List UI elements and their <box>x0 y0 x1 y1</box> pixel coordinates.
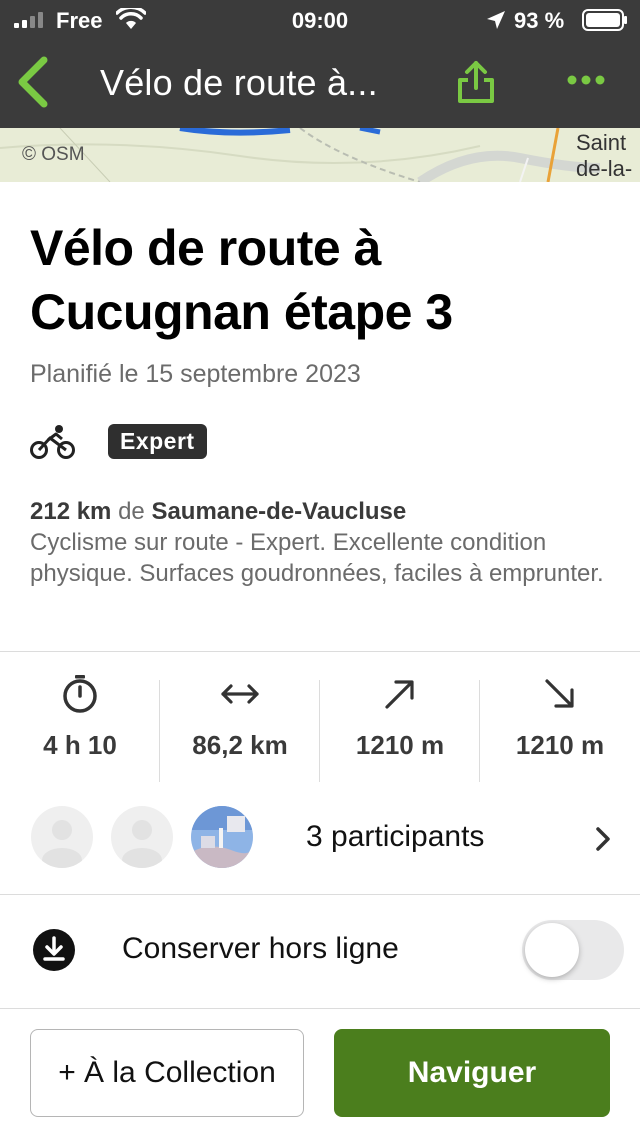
downhill-arrow-icon <box>545 679 574 708</box>
navigation-bar: Vélo de route à... <box>0 42 640 128</box>
avatar-photo <box>191 806 253 868</box>
download-icon <box>33 929 75 971</box>
navigate-button[interactable]: Naviguer <box>334 1029 610 1117</box>
more-options-icon[interactable] <box>566 74 606 86</box>
tour-description-block: 212 km de Saumane-de-Vaucluse Cyclisme s… <box>30 496 610 589</box>
back-chevron-icon[interactable] <box>14 56 54 108</box>
chevron-right-icon <box>596 827 610 851</box>
planned-date: Planifié le 15 septembre 2023 <box>30 360 361 388</box>
stat-uphill-value: 1210 m <box>355 730 445 760</box>
battery-icon <box>582 9 627 31</box>
default-avatar-icon <box>42 820 82 868</box>
stat-duration-value: 4 h 10 <box>43 730 117 760</box>
divider <box>0 894 640 895</box>
uphill-arrow-icon <box>385 680 414 709</box>
user-photo <box>191 806 253 868</box>
share-icon[interactable] <box>456 60 496 104</box>
default-avatar-icon <box>122 820 162 868</box>
stat-distance: 86,2 km <box>160 672 320 782</box>
participants-label: 3 participants <box>306 820 485 853</box>
tour-description: Cyclisme sur route - Expert. Excellente … <box>30 529 604 587</box>
stat-distance-value: 86,2 km <box>192 730 288 760</box>
tour-title: Vélo de route à Cucugnan étape 3 <box>30 220 453 340</box>
road-bike-icon <box>30 425 75 459</box>
distance-arrows-icon <box>221 684 259 704</box>
start-place: Saumane-de-Vaucluse <box>151 498 407 525</box>
top-bar: Free 09:00 93 % Vélo de route à... <box>0 0 640 128</box>
stat-uphill: 1210 m <box>320 672 480 782</box>
difficulty-badge: Expert <box>108 424 207 459</box>
status-bar: Free 09:00 93 % <box>0 0 640 42</box>
tour-total-distance: 212 km <box>30 498 112 525</box>
from-word: de <box>118 498 145 525</box>
bottom-action-bar: + À la Collection Naviguer <box>0 1008 640 1136</box>
stat-duration: 4 h 10 <box>0 672 160 782</box>
toggle-knob <box>525 923 579 977</box>
nav-title: Vélo de route à... <box>100 62 378 103</box>
battery-percent: 93 % <box>514 8 565 33</box>
avatar <box>31 806 93 868</box>
map-attribution: © OSM <box>22 144 85 165</box>
offline-toggle[interactable] <box>522 920 624 980</box>
avatar <box>111 806 173 868</box>
stopwatch-icon <box>63 675 97 713</box>
tour-stats: 4 h 10 86,2 km 1210 m 1210 m <box>0 672 640 782</box>
stat-downhill-value: 1210 m <box>515 730 605 760</box>
map-place-label: Saint de-la- <box>576 130 633 181</box>
stat-downhill: 1210 m <box>480 672 640 782</box>
add-to-collection-button[interactable]: + À la Collection <box>30 1029 304 1117</box>
offline-label: Conserver hors ligne <box>122 932 399 965</box>
divider <box>0 651 640 652</box>
route-map[interactable]: © OSM Saint de-la- <box>0 128 640 182</box>
map-background <box>0 128 640 182</box>
location-arrow-icon <box>487 11 505 29</box>
